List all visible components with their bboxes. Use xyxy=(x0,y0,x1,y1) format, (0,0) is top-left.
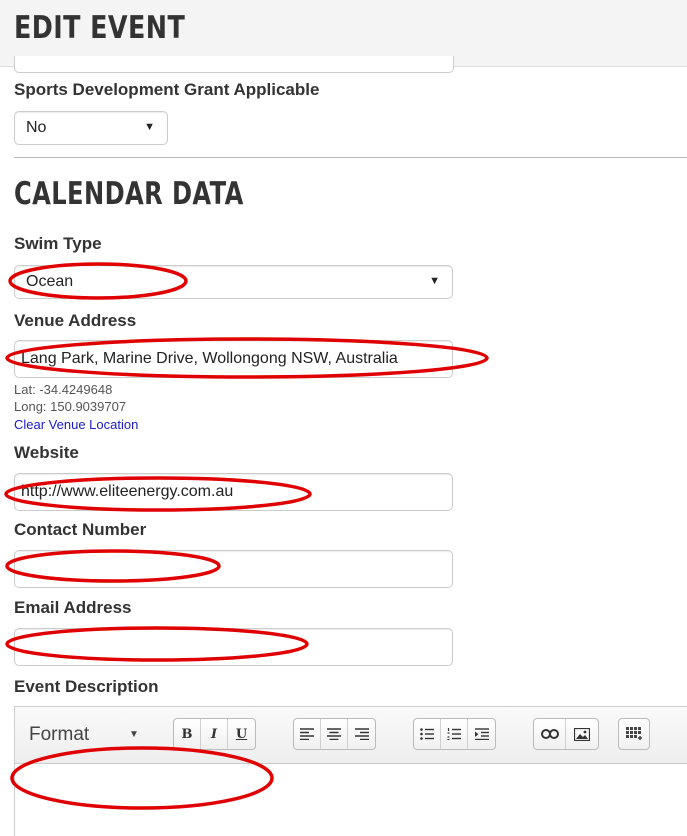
bold-icon[interactable]: B xyxy=(174,719,201,749)
link-svg xyxy=(540,729,559,739)
text-style-group: B I U xyxy=(173,718,256,750)
grant-select[interactable]: No ▼ xyxy=(14,111,168,145)
alignment-group xyxy=(293,718,376,750)
image-icon[interactable] xyxy=(566,719,598,749)
bulleted-list-icon[interactable] xyxy=(414,719,441,749)
chevron-down-icon: ▼ xyxy=(129,729,139,740)
venue-address-value: Lang Park, Marine Drive, Wollongong NSW,… xyxy=(21,350,398,367)
align-right-icon[interactable] xyxy=(348,719,375,749)
grant-selected-value: No xyxy=(26,119,47,136)
numbered-list-icon[interactable] xyxy=(441,719,468,749)
grant-label: Sports Development Grant Applicable xyxy=(14,80,320,99)
table-svg xyxy=(626,727,642,740)
editor-toolbar: Format ▼ B I U xyxy=(15,707,687,764)
website-input[interactable]: http://www.eliteenergy.com.au xyxy=(14,473,453,511)
link-icon[interactable] xyxy=(534,719,566,749)
venue-address-input[interactable]: Lang Park, Marine Drive, Wollongong NSW,… xyxy=(14,340,453,378)
align-center-svg xyxy=(327,728,341,740)
website-label: Website xyxy=(14,443,79,462)
email-address-label: Email Address xyxy=(14,598,132,617)
underline-icon[interactable]: U xyxy=(228,719,255,749)
contact-number-input[interactable] xyxy=(14,550,453,588)
bold-glyph: B xyxy=(181,726,193,742)
event-description-editor[interactable]: Format ▼ B I U xyxy=(14,706,687,836)
swim-type-label: Swim Type xyxy=(14,234,102,253)
italic-icon[interactable]: I xyxy=(201,719,228,749)
event-description-label: Event Description xyxy=(14,677,159,696)
align-right-svg xyxy=(354,728,369,740)
indent-svg xyxy=(474,728,489,740)
website-value: http://www.eliteenergy.com.au xyxy=(21,483,234,500)
underline-glyph: U xyxy=(235,726,248,742)
align-left-icon[interactable] xyxy=(294,719,321,749)
swim-type-select[interactable]: Ocean ▼ xyxy=(14,265,453,299)
format-dropdown[interactable]: Format ▼ xyxy=(23,718,173,752)
venue-longitude: Long: 150.9039707 xyxy=(14,399,127,414)
list-group xyxy=(413,718,496,750)
table-group xyxy=(618,718,650,750)
align-center-icon[interactable] xyxy=(321,719,348,749)
image-svg xyxy=(574,727,590,741)
numbered-list-svg xyxy=(447,728,461,740)
swim-type-selected-value: Ocean xyxy=(26,273,74,290)
chevron-down-icon: ▼ xyxy=(429,275,440,287)
format-label: Format xyxy=(29,724,90,745)
chevron-down-icon: ▼ xyxy=(144,121,155,133)
indent-icon[interactable] xyxy=(468,719,495,749)
venue-address-label: Venue Address xyxy=(14,311,137,330)
venue-latitude: Lat: -34.4249648 xyxy=(14,382,113,397)
email-address-input[interactable] xyxy=(14,628,453,666)
table-icon[interactable] xyxy=(619,719,649,749)
insert-group xyxy=(533,718,599,750)
section-title: Calendar Data xyxy=(14,176,244,212)
clear-venue-location-link[interactable]: Clear Venue Location xyxy=(14,417,138,432)
previous-field-bottom[interactable] xyxy=(14,56,454,73)
align-left-svg xyxy=(300,728,314,740)
italic-glyph: I xyxy=(210,726,218,742)
page-title: Edit Event xyxy=(14,10,186,46)
contact-number-label: Contact Number xyxy=(14,520,147,539)
bulleted-list-svg xyxy=(420,728,434,740)
section-divider xyxy=(14,157,687,158)
